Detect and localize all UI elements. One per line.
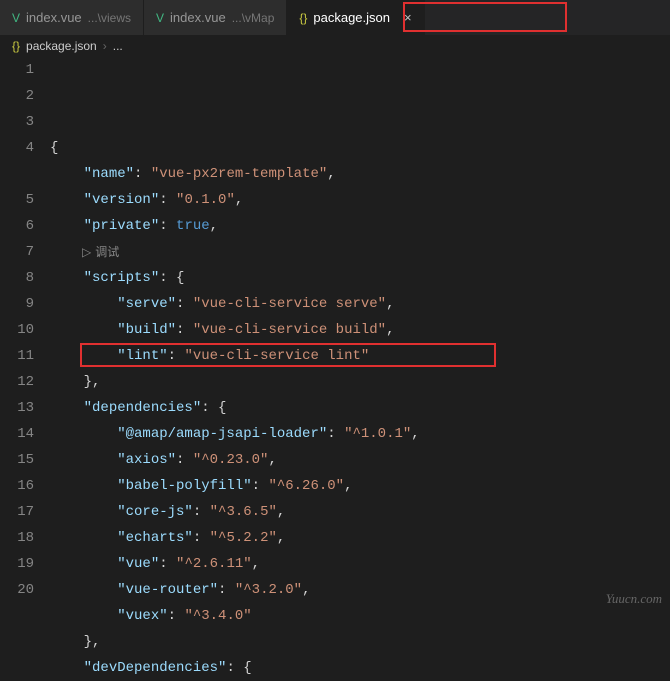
- code-line[interactable]: "version": "0.1.0",: [50, 187, 670, 213]
- tab-1[interactable]: Vindex.vue ...\vMap: [144, 0, 287, 35]
- code-line[interactable]: "serve": "vue-cli-service serve",: [50, 291, 670, 317]
- code-line[interactable]: "axios": "^0.23.0",: [50, 447, 670, 473]
- line-number: 10: [0, 317, 34, 343]
- code-line[interactable]: {: [50, 135, 670, 161]
- line-number: 3: [0, 109, 34, 135]
- line-number: 4: [0, 135, 34, 161]
- line-number: 11: [0, 343, 34, 369]
- vue-icon: V: [156, 11, 164, 25]
- code-line[interactable]: "dependencies": {: [50, 395, 670, 421]
- json-icon: {}: [299, 11, 307, 25]
- tab-label: index.vue: [26, 10, 82, 25]
- editor[interactable]: 1234567891011121314151617181920 { "name"…: [0, 57, 670, 615]
- line-number: 19: [0, 551, 34, 577]
- tab-2[interactable]: {} package.json ×: [287, 0, 424, 35]
- code-line[interactable]: "scripts": {: [50, 265, 670, 291]
- line-number: 20: [0, 577, 34, 603]
- line-number: 18: [0, 525, 34, 551]
- breadcrumb-sep: ›: [103, 39, 107, 53]
- breadcrumb-file: package.json: [26, 39, 97, 53]
- line-number: 9: [0, 291, 34, 317]
- line-number: 8: [0, 265, 34, 291]
- line-number: 2: [0, 83, 34, 109]
- tab-path: ...\vMap: [232, 11, 275, 25]
- watermark: Yuucn.com: [606, 591, 662, 607]
- code-line[interactable]: "vue": "^2.6.11",: [50, 551, 670, 577]
- code-line[interactable]: "private": true,: [50, 213, 670, 239]
- tab-0[interactable]: Vindex.vue ...\views: [0, 0, 144, 35]
- play-icon: ▷: [82, 239, 91, 265]
- code-line[interactable]: "core-js": "^3.6.5",: [50, 499, 670, 525]
- line-number: 7: [0, 239, 34, 265]
- tab-path: ...\views: [88, 11, 131, 25]
- line-number: 5: [0, 187, 34, 213]
- line-number: 13: [0, 395, 34, 421]
- line-number: 6: [0, 213, 34, 239]
- line-number: [0, 161, 34, 187]
- code-line[interactable]: "babel-polyfill": "^6.26.0",: [50, 473, 670, 499]
- debug-hint[interactable]: ▷调试: [50, 239, 670, 265]
- tab-bar: Vindex.vue ...\views Vindex.vue ...\vMap {} p…: [0, 0, 670, 35]
- code-line[interactable]: "devDependencies": {: [50, 655, 670, 681]
- code-line[interactable]: "name": "vue-px2rem-template",: [50, 161, 670, 187]
- breadcrumb[interactable]: {} package.json › ...: [0, 35, 670, 57]
- tab-label: index.vue: [170, 10, 226, 25]
- line-number: 17: [0, 499, 34, 525]
- gutter: 1234567891011121314151617181920: [0, 57, 50, 615]
- code-line[interactable]: "lint": "vue-cli-service lint": [50, 343, 670, 369]
- close-icon[interactable]: ×: [404, 10, 412, 25]
- code-line[interactable]: },: [50, 629, 670, 655]
- line-number: 15: [0, 447, 34, 473]
- code-line[interactable]: "vuex": "^3.4.0": [50, 603, 670, 629]
- debug-label: 调试: [95, 239, 119, 265]
- line-number: 16: [0, 473, 34, 499]
- code-area[interactable]: { "name": "vue-px2rem-template", "versio…: [50, 57, 670, 615]
- code-line[interactable]: "build": "vue-cli-service build",: [50, 317, 670, 343]
- line-number: 1: [0, 57, 34, 83]
- line-number: 12: [0, 369, 34, 395]
- code-line[interactable]: "@amap/amap-jsapi-loader": "^1.0.1",: [50, 421, 670, 447]
- breadcrumb-rest: ...: [113, 39, 123, 53]
- code-line[interactable]: "vue-router": "^3.2.0",: [50, 577, 670, 603]
- vue-icon: V: [12, 11, 20, 25]
- line-number: 14: [0, 421, 34, 447]
- tab-label: package.json: [313, 10, 390, 25]
- json-icon: {}: [12, 39, 20, 53]
- code-line[interactable]: },: [50, 369, 670, 395]
- code-line[interactable]: "echarts": "^5.2.2",: [50, 525, 670, 551]
